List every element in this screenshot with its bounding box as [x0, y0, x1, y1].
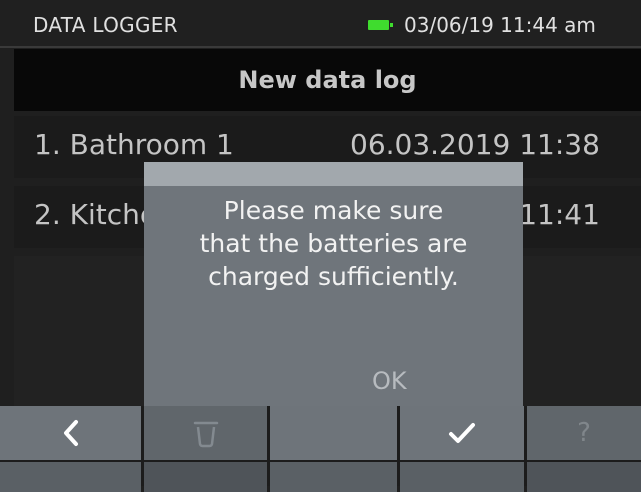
new-data-log-button[interactable]: New data log	[14, 49, 641, 111]
trash-icon	[193, 421, 218, 448]
chevron-left-icon	[63, 420, 78, 446]
log-timestamp: 06.03.2019 11:38	[350, 128, 600, 161]
blank-softkey[interactable]	[270, 406, 397, 460]
softkey-base	[0, 462, 141, 492]
app-title: DATA LOGGER	[33, 13, 178, 37]
dialog-message-line: Please make sure	[223, 196, 444, 225]
status-datetime: 03/06/19 11:44 am	[404, 13, 596, 37]
dialog-message-line: that the batteries are	[199, 229, 468, 258]
softkey-base	[400, 462, 524, 492]
softkey-base	[144, 462, 267, 492]
battery-warning-dialog: Please make sure that the batteries are …	[144, 162, 523, 406]
dialog-message-line: charged sufficiently.	[208, 262, 459, 291]
dialog-title-bar	[144, 162, 523, 186]
softkey-base	[527, 462, 641, 492]
dialog-message: Please make sure that the batteries are …	[144, 194, 523, 293]
ok-button[interactable]: OK	[372, 367, 407, 395]
delete-button[interactable]	[144, 406, 267, 460]
question-icon: ?	[577, 418, 591, 448]
confirm-button[interactable]	[400, 406, 524, 460]
log-name: 1. Bathroom 1	[34, 128, 234, 161]
divider	[0, 46, 641, 48]
status-bar: DATA LOGGER 03/06/19 11:44 am	[0, 0, 641, 46]
footer-toolbar: ?	[0, 406, 641, 492]
battery-icon	[368, 20, 393, 30]
back-button[interactable]	[0, 406, 141, 460]
help-button[interactable]: ?	[527, 406, 641, 460]
checkmark-icon	[449, 423, 475, 443]
softkey-base	[270, 462, 397, 492]
new-data-log-label: New data log	[238, 66, 417, 94]
